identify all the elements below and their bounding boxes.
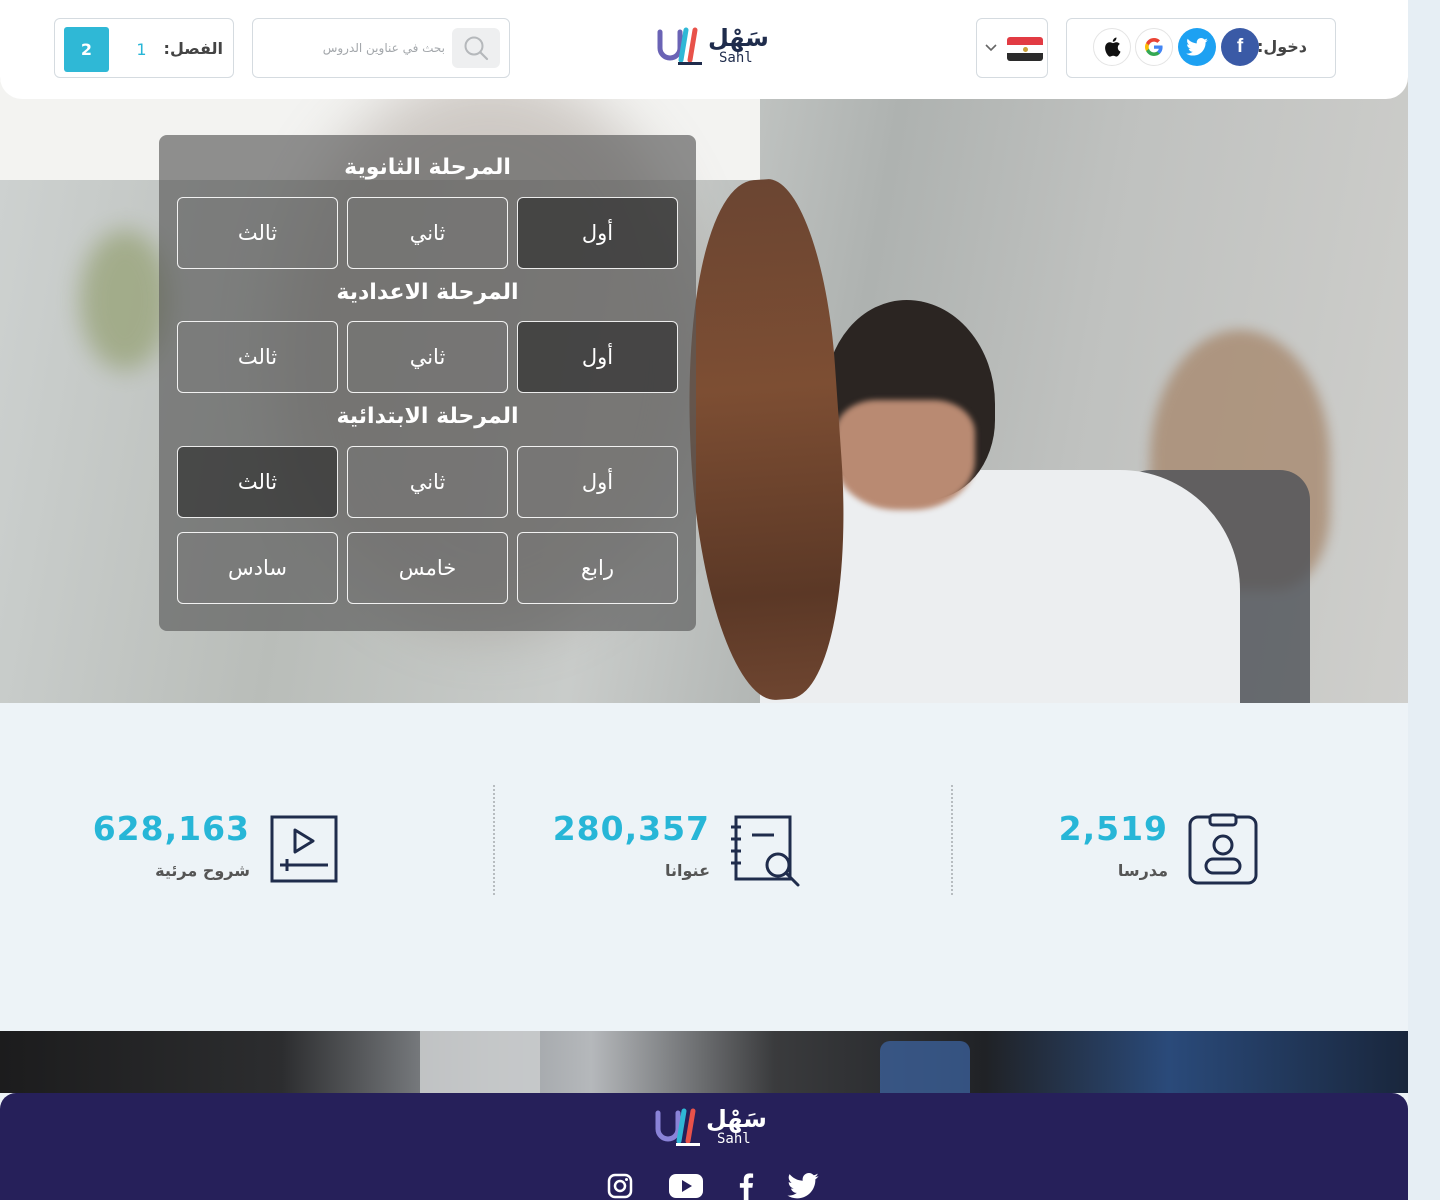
teachers-label: مدرسا — [1117, 861, 1168, 880]
social-login-box: دخول: f — [1066, 18, 1336, 78]
twitter-icon[interactable] — [787, 1173, 819, 1199]
primary-grade-1-button[interactable]: أول — [517, 446, 678, 518]
videos-label: شروح مرئية — [155, 861, 250, 880]
videos-count: 628,163 — [92, 809, 250, 848]
search-button[interactable] — [452, 28, 500, 68]
chevron-down-icon — [985, 44, 997, 52]
teachers-count: 2,519 — [1058, 809, 1168, 848]
preparatory-grade-2-button[interactable]: ثاني — [347, 321, 508, 393]
stats-divider — [951, 785, 953, 895]
stage-title-primary: المرحلة الابتدائية — [336, 404, 519, 429]
search-icon — [464, 36, 489, 61]
term-option-2[interactable]: 2 — [64, 27, 109, 72]
primary-grade-4-button[interactable]: رابع — [517, 532, 678, 604]
site-footer: سَهْل Sahl — [0, 1093, 1408, 1200]
footer-logo-arabic-text: سَهْل — [706, 1105, 767, 1133]
page-edge — [1408, 0, 1440, 1200]
footer-sahl-logo[interactable]: سَهْل Sahl — [654, 1105, 767, 1153]
facebook-login-button[interactable]: f — [1221, 28, 1259, 66]
facebook-icon: f — [1236, 36, 1244, 57]
stage-title-preparatory: المرحلة الاعدادية — [336, 280, 519, 305]
twitter-icon — [1186, 38, 1208, 56]
notebook-search-icon — [731, 815, 800, 887]
primary-grade-2-button[interactable]: ثاني — [347, 446, 508, 518]
sahl-logo[interactable]: سَهْل Sahl — [656, 24, 769, 72]
primary-grade-3-button[interactable]: ثالث — [177, 446, 338, 518]
stats-divider — [493, 785, 495, 895]
youtube-icon[interactable] — [669, 1173, 703, 1199]
country-selector[interactable] — [976, 18, 1048, 78]
term-selector: الفصل: 1 2 — [54, 18, 234, 78]
apple-login-button[interactable] — [1093, 28, 1131, 66]
twitter-login-button[interactable] — [1178, 28, 1216, 66]
secondary-grade-2-button[interactable]: ثاني — [347, 197, 508, 269]
video-lesson-icon — [270, 815, 338, 883]
egypt-flag-icon — [1007, 37, 1043, 61]
facebook-icon[interactable] — [737, 1173, 755, 1200]
footer-photo-strip — [0, 1031, 1408, 1093]
google-icon — [1145, 38, 1163, 56]
preparatory-grade-3-button[interactable]: ثالث — [177, 321, 338, 393]
lesson-search — [252, 18, 510, 78]
statistics-section: 2,519 مدرسا 280,357 عنوانا 628,163 شروح … — [0, 703, 1408, 1031]
search-input[interactable] — [263, 33, 445, 63]
top-header: دخول: f سَهْل Sahl بحث في عناوين الدروس … — [0, 0, 1408, 99]
grade-selection-panel: المرحلة الثانوية أول ثاني ثالث المرحلة ا… — [159, 135, 696, 631]
secondary-grade-1-button[interactable]: أول — [517, 197, 678, 269]
secondary-grade-3-button[interactable]: ثالث — [177, 197, 338, 269]
preparatory-grade-1-button[interactable]: أول — [517, 321, 678, 393]
titles-count: 280,357 — [552, 809, 710, 848]
titles-label: عنوانا — [665, 861, 710, 880]
stage-title-secondary: المرحلة الثانوية — [344, 155, 511, 180]
teacher-badge-icon — [1188, 813, 1258, 885]
login-label: دخول: — [1256, 37, 1307, 56]
logo-arabic-text: سَهْل — [708, 24, 769, 52]
google-login-button[interactable] — [1135, 28, 1173, 66]
footer-logo-latin-text: Sahl — [717, 1131, 751, 1147]
instagram-icon[interactable] — [607, 1173, 633, 1199]
primary-grade-5-button[interactable]: خامس — [347, 532, 508, 604]
apple-icon — [1105, 37, 1121, 57]
term-label: الفصل: — [163, 39, 223, 58]
logo-latin-text: Sahl — [719, 50, 753, 66]
primary-grade-6-button[interactable]: سادس — [177, 532, 338, 604]
term-option-1[interactable]: 1 — [119, 27, 164, 72]
